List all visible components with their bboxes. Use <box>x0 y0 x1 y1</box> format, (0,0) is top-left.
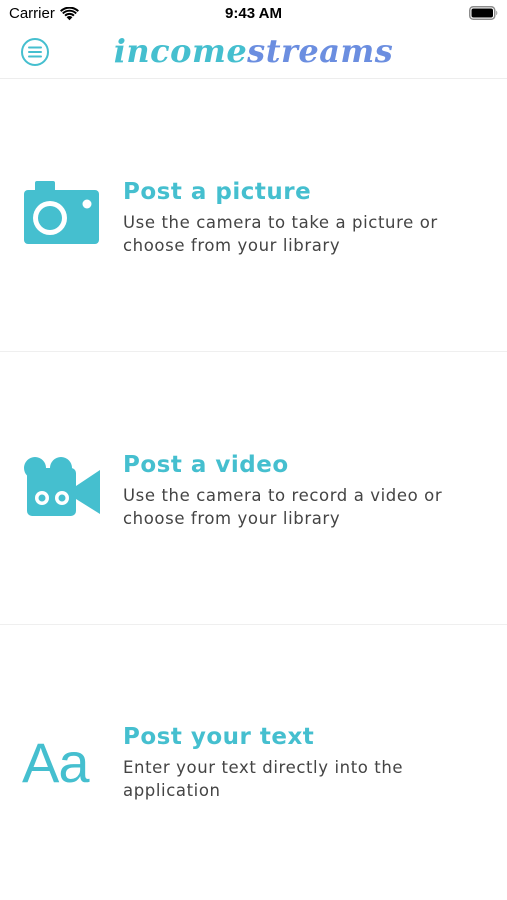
video-camera-icon <box>24 457 100 516</box>
text-aa-glyph: Aa <box>22 731 89 794</box>
post-text-description: Enter your text directly into the applic… <box>123 758 404 800</box>
post-text-title: Post your text <box>123 724 315 750</box>
post-picture-option[interactable]: Post a picture Use the camera to take a … <box>0 79 507 352</box>
post-video-option[interactable]: Post a video Use the camera to record a … <box>0 352 507 625</box>
app-title-part1: income <box>113 32 248 70</box>
nav-bar: incomestreams <box>0 28 507 79</box>
post-text-option[interactable]: Aa Post your text Enter your text direct… <box>0 626 507 899</box>
post-video-title: Post a video <box>123 452 289 478</box>
video-camera-icon-wrap <box>22 456 102 522</box>
post-picture-text: Post a picture Use the camera to take a … <box>123 177 493 257</box>
post-video-description: Use the camera to record a video or choo… <box>123 486 443 528</box>
status-bar: Carrier 9:43 AM <box>0 0 507 28</box>
app-title-part2: streams <box>247 32 394 70</box>
post-text-text: Post your text Enter your text directly … <box>123 722 493 802</box>
camera-icon-wrap <box>22 181 102 247</box>
post-video-text: Post a video Use the camera to record a … <box>123 450 493 530</box>
app-title: incomestreams <box>0 31 507 71</box>
battery-icon <box>469 6 498 20</box>
text-aa-icon: Aa <box>22 730 102 796</box>
post-picture-description: Use the camera to take a picture or choo… <box>123 213 438 255</box>
camera-icon <box>24 181 99 244</box>
status-time: 9:43 AM <box>225 5 282 22</box>
post-picture-title: Post a picture <box>123 179 312 205</box>
